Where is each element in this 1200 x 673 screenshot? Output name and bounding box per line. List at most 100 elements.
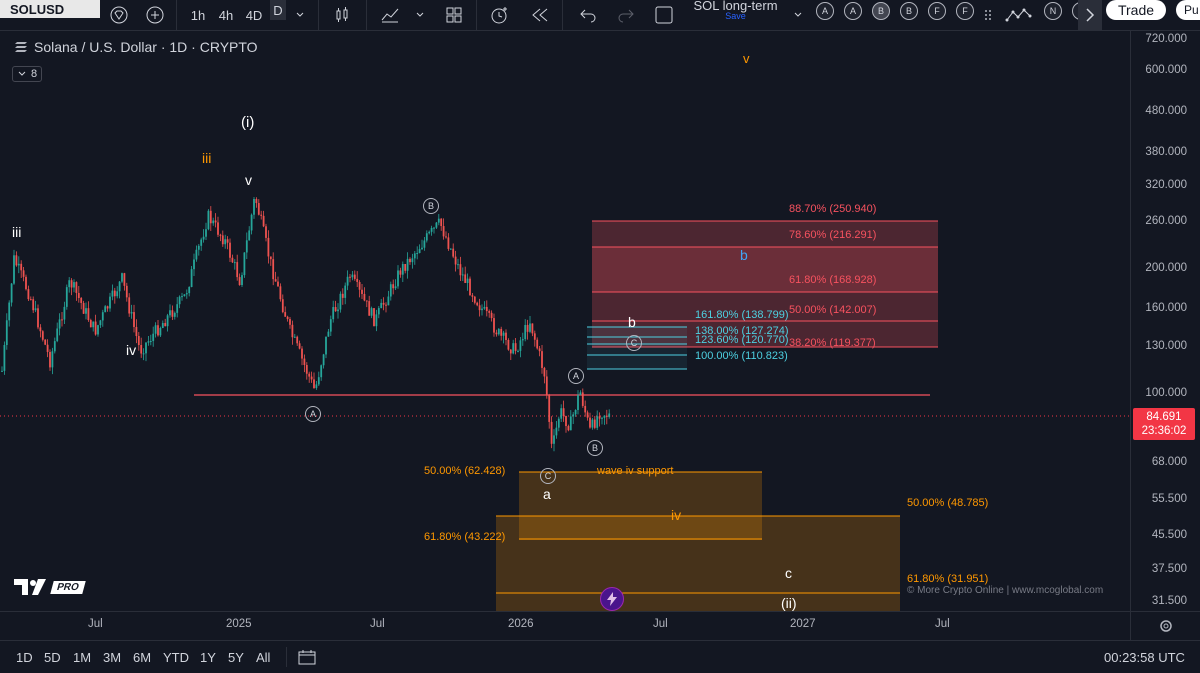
range-ytd[interactable]: YTD [163, 650, 189, 665]
letter-button-a1[interactable]: A [816, 2, 834, 20]
interval-4d[interactable]: 4D [242, 0, 266, 30]
wave-marker-circled-a2[interactable]: A [568, 368, 584, 384]
fib-label-orange: 61.80% (31.951) [907, 573, 989, 585]
candles-icon[interactable] [330, 0, 354, 30]
wave-marker-circled-c1[interactable]: C [540, 468, 556, 484]
redo-icon[interactable] [614, 0, 638, 30]
candle-body [418, 249, 421, 254]
alert-clock-icon[interactable] [488, 0, 512, 30]
candle-body [490, 312, 493, 319]
wave-label-iv-orange[interactable]: iv [671, 507, 681, 523]
range-3m[interactable]: 3M [103, 650, 121, 665]
letter-button-b2[interactable]: B [900, 2, 918, 20]
chevron-down-icon [18, 71, 26, 76]
time-label: 2026 [508, 618, 534, 630]
range-1d[interactable]: 1D [16, 650, 33, 665]
interval-4h[interactable]: 4h [214, 0, 238, 30]
wave-marker-circled-b1[interactable]: B [423, 198, 439, 214]
bottom-toolbar: 1D 5D 1M 3M 6M YTD 1Y 5Y All 00:23:58 UT… [0, 640, 1200, 673]
price-label: 55.500 [1151, 493, 1187, 505]
wave-label-v[interactable]: v [245, 172, 252, 188]
tradingview-logo[interactable]: PRO [14, 579, 86, 595]
candle-body [457, 264, 459, 266]
candle-body [476, 302, 479, 306]
range-5d[interactable]: 5D [44, 650, 61, 665]
chevron-right-icon[interactable] [1078, 0, 1102, 30]
replay-icon[interactable] [528, 0, 552, 30]
candle-body [409, 258, 411, 263]
symbol-search[interactable]: SOLUSD [0, 0, 100, 18]
undo-icon[interactable] [576, 0, 600, 30]
chevron-down-icon[interactable] [292, 0, 308, 30]
interval-d[interactable]: D [270, 0, 286, 20]
range-6m[interactable]: 6M [133, 650, 151, 665]
candle-body [423, 240, 426, 248]
letter-button-a2[interactable]: A [844, 2, 862, 20]
watchlist-diamond-icon[interactable] [108, 0, 130, 30]
candle-body [406, 258, 409, 271]
candle-body [293, 336, 296, 338]
drag-handle-icon[interactable] [980, 0, 996, 30]
candle-body [140, 345, 143, 354]
trade-button[interactable]: Trade [1106, 0, 1166, 20]
candle-body [135, 326, 138, 337]
wave-marker-circled-b2[interactable]: B [587, 440, 603, 456]
time-axis[interactable]: Jul 2025 Jul 2026 Jul 2027 Jul [0, 611, 1130, 640]
range-all[interactable]: All [256, 650, 270, 665]
chart-settings-button[interactable] [1130, 611, 1200, 640]
chart-pane[interactable]: Solana / U.S. Dollar · 1D · CRYPTO 8 iii… [0, 31, 1130, 611]
wave-label-i[interactable]: (i) [241, 114, 254, 131]
candle-body [377, 308, 380, 315]
wave-label-iv[interactable]: iv [126, 342, 136, 358]
layout-checkbox-icon[interactable] [652, 0, 676, 30]
candle-body [421, 247, 423, 250]
candle-body [233, 262, 236, 264]
fib-orange-zone-large [496, 516, 900, 611]
indicators-icon[interactable] [378, 0, 402, 30]
letter-button-b1[interactable]: B [872, 2, 890, 20]
wave-pattern-icon[interactable] [1004, 0, 1034, 30]
utc-clock[interactable]: 00:23:58 UTC [1104, 650, 1185, 665]
publish-button[interactable]: Pu [1176, 0, 1200, 20]
chart-legend[interactable]: Solana / U.S. Dollar · 1D · CRYPTO [14, 39, 258, 55]
layouts-grid-icon[interactable] [442, 0, 466, 30]
candle-body [214, 220, 217, 223]
indicators-collapse-button[interactable]: 8 [12, 66, 42, 82]
fib-label-red: 78.60% (216.291) [789, 229, 877, 241]
range-1y[interactable]: 1Y [200, 650, 216, 665]
wave-label-c[interactable]: c [785, 565, 792, 581]
wave-marker-circled-a1[interactable]: A [305, 406, 321, 422]
letter-button-f1[interactable]: F [928, 2, 946, 20]
candle-body [497, 328, 500, 335]
wave-label-v-top[interactable]: v [743, 51, 750, 66]
price-chart[interactable] [0, 31, 1130, 611]
wave-label-iii-orange[interactable]: iii [202, 150, 211, 166]
lightning-icon[interactable] [600, 587, 624, 611]
candle-body [303, 358, 306, 366]
letter-button-f2[interactable]: F [956, 2, 974, 20]
candle-body [464, 274, 467, 283]
price-axis[interactable]: 720.000 600.000 480.000 380.000 320.000 260.0… [1130, 31, 1200, 611]
chevron-down-icon[interactable] [412, 0, 428, 30]
candle-body [29, 299, 32, 301]
range-1m[interactable]: 1M [73, 650, 91, 665]
letter-button-n[interactable]: N [1044, 2, 1062, 20]
time-label: Jul [370, 618, 385, 630]
candle-body [142, 353, 145, 355]
layout-name[interactable]: SOL long-term Save [688, 0, 783, 22]
chevron-down-icon[interactable] [790, 0, 806, 30]
wave-label-iii[interactable]: iii [12, 224, 21, 240]
candle-body [565, 415, 567, 427]
wave-label-a[interactable]: a [543, 486, 551, 502]
compare-plus-icon[interactable] [144, 0, 166, 30]
wave-label-b-blue[interactable]: b [740, 247, 748, 263]
candle-body [603, 415, 606, 418]
interval-1h[interactable]: 1h [186, 0, 210, 30]
candle-body [255, 198, 258, 204]
wave-label-b[interactable]: b [628, 314, 636, 330]
wave-marker-circled-c2[interactable]: C [626, 335, 642, 351]
wave-label-ii[interactable]: (ii) [781, 595, 797, 611]
date-range-calendar-icon[interactable] [298, 649, 316, 670]
range-5y[interactable]: 5Y [228, 650, 244, 665]
candle-body [248, 230, 251, 241]
